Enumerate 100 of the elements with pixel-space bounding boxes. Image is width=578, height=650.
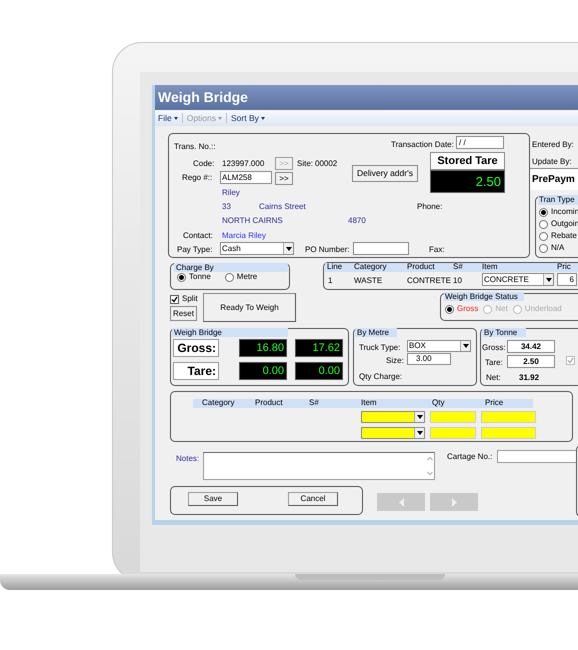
code-value: 123997.000 [222, 158, 264, 170]
caret-icon [260, 116, 265, 120]
postcode: 4870 [348, 215, 366, 227]
column-header: Product [255, 398, 283, 408]
label: Update By: [532, 156, 572, 168]
lookup-button[interactable]: >> [275, 172, 293, 185]
column-header: Category [202, 398, 234, 408]
label: Net: [486, 372, 501, 384]
gross-field[interactable]: 34.42 [507, 340, 555, 353]
caret-icon [218, 116, 222, 120]
contact-link[interactable]: Marcia Riley [222, 230, 266, 242]
radio-option[interactable]: Tonne [177, 272, 211, 282]
group-title: By Metre [355, 328, 397, 337]
item-dropdown[interactable]: CONCRETE [482, 273, 554, 286]
label: Qty Charge: [359, 371, 402, 383]
weight-display: 0.00 [295, 362, 343, 380]
po-number-field[interactable] [353, 242, 409, 255]
column-header: Category [354, 262, 386, 272]
street-number: 33 [222, 201, 231, 213]
suburb: NORTH CAIRNS [222, 215, 283, 227]
caret-icon [460, 341, 470, 351]
truck-type-dropdown[interactable]: BOX [407, 340, 471, 352]
weight-display: 16.80 [239, 339, 287, 357]
label: Code: [193, 158, 214, 170]
street-name: Cairns Street [259, 201, 306, 213]
label: Truck Type: [359, 342, 400, 354]
save-button[interactable]: Save [188, 492, 238, 506]
radio-option[interactable]: Rebate [539, 231, 578, 241]
label: Phone: [417, 201, 442, 213]
caret-icon [543, 274, 553, 285]
group-title: Weigh Bridge [172, 328, 288, 337]
radio-option[interactable]: Metre [224, 272, 258, 282]
table-cell: 1 [328, 275, 332, 287]
rego-field[interactable]: ALM258 [220, 171, 272, 184]
label: Tare: [485, 357, 503, 369]
transaction-date-field[interactable]: / / [456, 136, 504, 149]
label: Rego #:: [182, 172, 212, 184]
column-header: Line [327, 262, 342, 272]
group-title: Tran Type [538, 195, 578, 205]
label: Trans. No.:: [174, 141, 216, 153]
customer-name: Riley [222, 187, 240, 199]
reset-button[interactable]: Reset [170, 306, 197, 321]
table-cell: WASTE [354, 275, 382, 287]
label: PO Number: [305, 244, 350, 256]
left-triangle-icon [398, 498, 404, 506]
weight-label: Tare: [173, 362, 219, 380]
site-value: 00002 [315, 158, 338, 170]
label: Fax: [429, 244, 445, 256]
label: Gross: [482, 342, 506, 354]
caret-icon [174, 116, 178, 120]
label: Entered By: [532, 139, 574, 151]
delivery-address-button[interactable]: Delivery addr's [352, 165, 418, 182]
right-triangle-icon [452, 498, 456, 506]
caret-icon [414, 428, 424, 438]
split-checkbox[interactable]: Split [170, 293, 198, 305]
item-dropdown[interactable] [361, 411, 425, 423]
cancel-button[interactable]: Cancel [288, 492, 338, 506]
checkmark-icon [171, 296, 178, 302]
table-cell: CONTRETE [407, 275, 451, 287]
stored-tare-box: Stored Tare [430, 152, 505, 170]
group-title: By Tonne [482, 328, 526, 337]
column-header: S# [309, 398, 319, 408]
tare-field[interactable]: 2.50 [507, 355, 555, 368]
column-header: Item [361, 398, 377, 408]
group-title: Weigh Bridge Status [444, 292, 524, 301]
ready-to-weigh-button[interactable]: Ready To Weigh [203, 293, 296, 322]
label: Transaction Date: [391, 139, 454, 151]
label: Cartage No.: [447, 451, 492, 463]
scrollbar-arrows-icon [427, 456, 433, 476]
net-value: 31.92 [519, 372, 540, 384]
price-field[interactable] [481, 411, 536, 423]
menu-item[interactable]: File [158, 112, 178, 125]
menu-item[interactable]: Sort By [231, 112, 265, 125]
stored-tare-display: 2.50 [430, 170, 505, 193]
qty-field[interactable] [430, 427, 476, 439]
column-header: Price [485, 398, 504, 408]
weight-display: 17.62 [295, 339, 343, 357]
caret-icon [283, 243, 293, 254]
radio-option[interactable]: N/A [539, 243, 578, 253]
item-dropdown[interactable] [361, 427, 425, 439]
previous-button[interactable] [377, 493, 425, 511]
pay-type-dropdown[interactable]: Cash [220, 242, 294, 255]
label: Notes: [176, 453, 200, 465]
payment-box: PrePaym [530, 168, 578, 190]
column-header: Item [482, 262, 498, 272]
next-button[interactable] [430, 493, 478, 511]
notes-field[interactable] [203, 452, 435, 480]
qty-field[interactable] [430, 411, 476, 423]
label: Pay Type: [177, 244, 212, 256]
size-field[interactable]: 3.00 [407, 353, 451, 365]
label: Contact: [183, 230, 213, 242]
checkmark-icon [567, 357, 574, 364]
column-header: Qty [432, 398, 444, 408]
price-field[interactable]: 6 [557, 273, 577, 286]
cartage-number-field[interactable] [497, 450, 577, 463]
group-title: Charge By [174, 263, 288, 272]
price-field[interactable] [481, 427, 536, 439]
weight-display: 0.00 [239, 362, 287, 380]
label: Site: [297, 158, 314, 170]
table-cell: 10 [453, 275, 462, 287]
